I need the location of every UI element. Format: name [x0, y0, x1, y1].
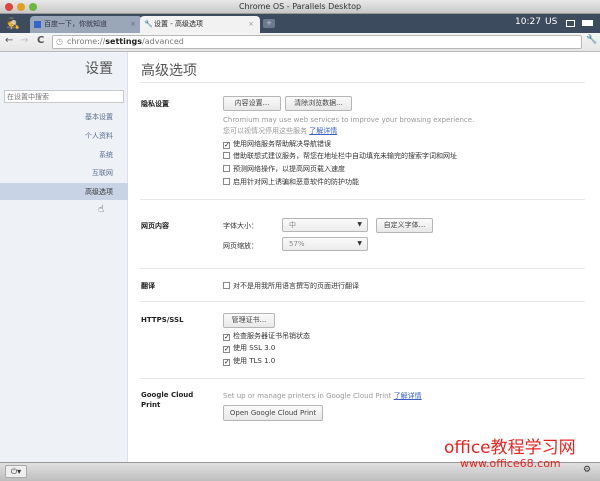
url-host: settings — [105, 37, 143, 46]
checkbox-suggestions[interactable]: 借助联想式建议服务，帮您在地址栏中自动填充未输完的搜索字词和网址 — [223, 151, 457, 161]
sidebar-item-system[interactable]: 系统 — [99, 150, 113, 160]
divider — [140, 268, 585, 269]
network-icon[interactable] — [566, 20, 575, 27]
incognito-icon: 🕵 — [6, 17, 20, 30]
select-value: 中 — [289, 221, 296, 229]
battery-icon[interactable] — [582, 20, 593, 26]
option-label: 使用 TLS 1.0 — [233, 357, 276, 365]
checkbox-icon[interactable] — [223, 152, 230, 159]
customize-fonts-button[interactable]: 自定义字体... — [376, 218, 433, 233]
section-heading-translate: 翻译 — [141, 282, 155, 290]
divider — [140, 378, 585, 379]
section-heading-cloud-print: Google Cloud — [141, 391, 194, 399]
option-label: 借助联想式建议服务，帮您在地址栏中自动填充未输完的搜索字词和网址 — [233, 152, 457, 160]
dropdown-arrow-icon: ▼ — [357, 240, 362, 247]
section-heading-ssl: HTTPS/SSL — [141, 316, 184, 324]
sidebar-item-basic[interactable]: 基本设置 — [85, 112, 113, 122]
hand-cursor-icon: ☝ — [98, 204, 105, 215]
option-label: 预测网络操作，以提高网页载入速度 — [233, 165, 345, 173]
page-zoom-label: 网页缩放： — [223, 242, 258, 250]
section-heading-web-content: 网页内容 — [141, 222, 169, 230]
clock[interactable]: 10:27 — [515, 17, 541, 27]
learn-more-link[interactable]: 了解详情 — [309, 127, 337, 135]
section-heading-cloud-print-2: Print — [141, 401, 161, 409]
sidebar-title: 设置 — [85, 61, 113, 77]
select-value: 57% — [289, 240, 305, 248]
option-label: 检查服务器证书吊销状态 — [233, 332, 310, 340]
font-size-label: 字体大小： — [223, 222, 258, 230]
sidebar-item-advanced[interactable]: 高级选项 — [85, 187, 113, 197]
sidebar-item-profile[interactable]: 个人资料 — [85, 131, 113, 141]
back-button[interactable]: ← — [5, 35, 13, 46]
cloud-print-description: Set up or manage printers in Google Clou… — [223, 392, 392, 400]
option-label: 使用网络服务帮助解决导航错误 — [233, 140, 331, 148]
watermark: office教程学习网 — [444, 438, 576, 458]
checkbox-predict[interactable]: 预测网络操作，以提高网页载入速度 — [223, 164, 345, 174]
input-method[interactable]: US — [545, 17, 557, 27]
power-menu-button[interactable]: ⏻▾ — [5, 465, 27, 478]
tab-strip: 🕵 百度一下，你就知道 × 🔧 设置 - 高级选项 × + 10:27 US — [0, 14, 600, 33]
page-zoom-select[interactable]: 57% ▼ — [282, 237, 368, 251]
tab-settings[interactable]: 🔧 设置 - 高级选项 × — [140, 16, 260, 33]
sidebar-item-internet[interactable]: 互联网 — [92, 168, 113, 178]
open-cloud-print-button[interactable]: Open Google Cloud Print — [223, 405, 323, 421]
checkbox-icon[interactable] — [223, 165, 230, 172]
option-label: 使用 SSL 3.0 — [233, 344, 276, 352]
checkbox-phishing[interactable]: 启用针对网上诱骗和恶意软件的防护功能 — [223, 177, 359, 187]
forward-button[interactable]: → — [20, 35, 28, 46]
checkbox-checked-icon[interactable]: ✓ — [223, 142, 230, 149]
checkbox-tls1[interactable]: ✓ 使用 TLS 1.0 — [223, 356, 275, 366]
page-icon: ◷ — [56, 37, 63, 46]
url-path: /advanced — [142, 37, 184, 46]
checkbox-ssl3[interactable]: ✓ 使用 SSL 3.0 — [223, 343, 275, 353]
page-title: 高级选项 — [141, 63, 197, 79]
divider — [140, 82, 585, 83]
checkbox-checked-icon[interactable]: ✓ — [223, 334, 230, 341]
divider — [140, 199, 585, 200]
checkbox-icon[interactable] — [223, 178, 230, 185]
new-tab-button[interactable]: + — [263, 19, 275, 28]
divider — [140, 301, 585, 302]
reload-button[interactable]: C — [37, 35, 44, 46]
cloud-print-learn-more-link[interactable]: 了解详情 — [394, 392, 422, 400]
section-heading-privacy: 隐私设置 — [141, 100, 169, 108]
settings-gear-icon[interactable]: ⚙ — [583, 465, 591, 475]
minimize-window-button[interactable] — [17, 3, 25, 11]
settings-sidebar: 设置 基本设置 个人资料 系统 互联网 高级选项 ☝ — [0, 52, 128, 462]
privacy-description-2: 您可以视情况停用这些服务 — [223, 127, 307, 135]
close-tab-icon[interactable]: × — [248, 16, 254, 33]
checkbox-checked-icon[interactable]: ✓ — [223, 346, 230, 353]
tab-label: 百度一下，你就知道 — [44, 20, 107, 28]
clear-browsing-data-button[interactable]: 清除浏览数据... — [285, 96, 352, 111]
favicon-icon — [34, 21, 41, 28]
checkbox-revocation[interactable]: ✓ 检查服务器证书吊销状态 — [223, 331, 310, 341]
watermark-url: www.office68.com — [460, 457, 561, 470]
manage-certificates-button[interactable]: 管理证书... — [223, 313, 275, 328]
checkbox-checked-icon[interactable]: ✓ — [223, 359, 230, 366]
close-window-button[interactable] — [5, 3, 13, 11]
window-title: Chrome OS - Parallels Desktop — [238, 2, 362, 11]
checkbox-nav-errors[interactable]: ✓ 使用网络服务帮助解决导航错误 — [223, 139, 331, 149]
zoom-window-button[interactable] — [29, 3, 37, 11]
settings-search-input[interactable] — [4, 90, 124, 103]
option-label: 启用针对网上诱骗和恶意软件的防护功能 — [233, 178, 359, 186]
url-scheme: chrome:// — [67, 37, 106, 46]
option-label: 对不是用我所用语言撰写的页面进行翻译 — [233, 282, 359, 290]
font-size-select[interactable]: 中 ▼ — [282, 218, 368, 232]
wrench-icon: 🔧 — [144, 20, 153, 28]
checkbox-translate[interactable]: 对不是用我所用语言撰写的页面进行翻译 — [223, 281, 359, 291]
privacy-description: Chromium may use web services to improve… — [223, 116, 475, 124]
window-titlebar: Chrome OS - Parallels Desktop — [0, 0, 600, 14]
checkbox-icon[interactable] — [223, 282, 230, 289]
wrench-menu-button[interactable]: 🔧 — [586, 35, 597, 45]
tab-label: 设置 - 高级选项 — [154, 20, 203, 28]
address-bar[interactable]: ◷ chrome://settings/advanced — [52, 35, 582, 49]
close-tab-icon[interactable]: × — [130, 16, 136, 33]
content-settings-button[interactable]: 内容设置... — [223, 96, 281, 111]
tab-baidu[interactable]: 百度一下，你就知道 × — [30, 16, 142, 33]
dropdown-arrow-icon: ▼ — [357, 221, 362, 228]
